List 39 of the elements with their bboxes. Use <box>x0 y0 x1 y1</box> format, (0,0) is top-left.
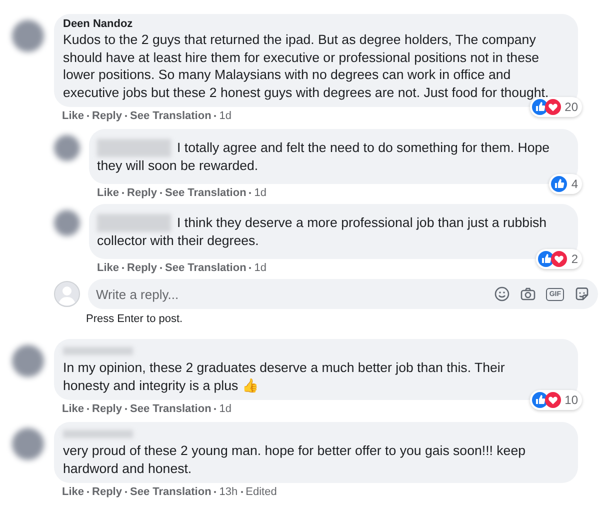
timestamp[interactable]: 1d <box>254 186 267 200</box>
reaction-badge[interactable]: 10 <box>530 390 582 410</box>
timestamp[interactable]: 1d <box>219 402 232 416</box>
action-link[interactable]: Like <box>97 186 120 200</box>
sticker-icon[interactable] <box>574 286 590 302</box>
avatar[interactable] <box>12 428 44 460</box>
action-link[interactable]: Reply <box>92 485 122 499</box>
action-link[interactable]: Reply <box>92 402 122 416</box>
action-link[interactable]: See Translation <box>130 485 212 499</box>
timestamp[interactable]: 13h <box>219 485 238 499</box>
action-link[interactable]: Reply <box>127 186 157 200</box>
edited-label[interactable]: Edited <box>246 485 277 499</box>
action-link[interactable]: See Translation <box>164 261 246 275</box>
reaction-badge[interactable]: 4 <box>549 174 582 194</box>
hint-text: Press Enter to post. <box>86 313 184 325</box>
action-link[interactable]: Like <box>62 485 84 499</box>
emoji-icon[interactable] <box>494 286 510 302</box>
avatar[interactable] <box>54 210 80 236</box>
action-link[interactable]: Reply <box>127 261 157 275</box>
camera-icon[interactable] <box>520 286 536 302</box>
action-link[interactable]: Like <box>62 109 84 123</box>
comment-text: In my opinion, these 2 graduates deserve a much better job than this. Their honesty and integrity is a plus 👍 <box>63 359 506 394</box>
action-link[interactable]: Reply <box>92 109 122 123</box>
avatar[interactable] <box>54 135 80 161</box>
action-link[interactable]: See Translation <box>130 109 212 123</box>
avatar[interactable] <box>12 345 44 377</box>
comment-text: I totally agree and felt the need to do something for them. Hope they will soon be rewarded. <box>97 139 551 175</box>
timestamp[interactable]: 1d <box>219 109 232 123</box>
action-link[interactable]: See Translation <box>130 402 212 416</box>
avatar-icon <box>54 281 80 307</box>
action-link[interactable]: Like <box>97 261 120 275</box>
author-name[interactable]: Deen Nandoz <box>63 18 554 31</box>
action-link[interactable]: See Translation <box>164 186 246 200</box>
comment-text: I think they deserve a more professional job than just a rubbish collector with their degrees. <box>97 214 548 250</box>
reaction-badge[interactable]: 2 <box>536 249 582 269</box>
avatar[interactable] <box>12 20 44 52</box>
comment-text: very proud of these 2 young man. hope for better offer to you gais soon!!! keep hardword and honest. <box>63 442 526 477</box>
action-link[interactable]: Like <box>62 402 84 416</box>
timestamp[interactable]: 1d <box>254 261 267 275</box>
